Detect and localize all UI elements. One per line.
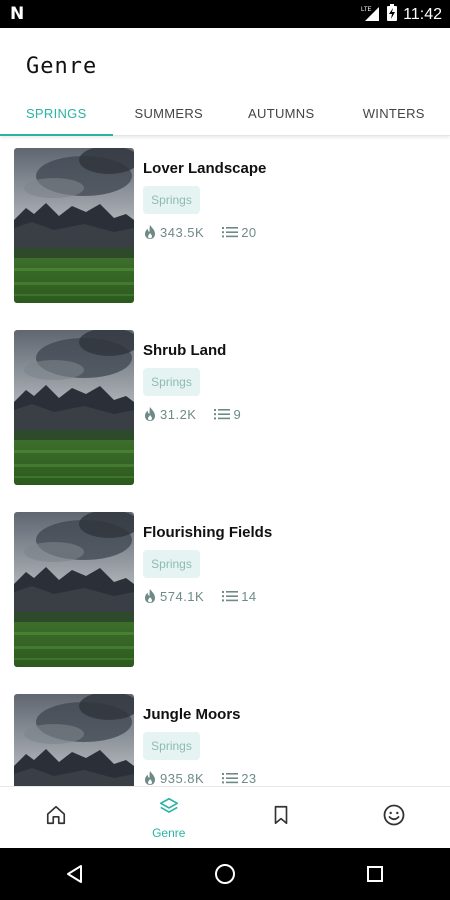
back-icon xyxy=(67,865,82,883)
home-circle-icon xyxy=(215,864,235,884)
nav-profile[interactable] xyxy=(338,787,450,848)
bookmark-icon xyxy=(270,804,292,831)
list-item[interactable]: Jungle Moors Springs 935.8K 23 xyxy=(0,682,450,786)
nav-home[interactable] xyxy=(0,787,113,848)
recents-button[interactable] xyxy=(355,854,395,894)
views-count: 574.1K xyxy=(160,588,205,604)
nav-genre[interactable]: Genre xyxy=(113,787,226,848)
item-stats: 31.2K 9 xyxy=(143,406,241,422)
tab-summers[interactable]: SUMMERS xyxy=(113,94,226,135)
tab-winters[interactable]: WINTERS xyxy=(338,94,450,135)
flame-icon xyxy=(143,406,157,422)
flame-icon xyxy=(143,224,157,240)
clock: 11:42 xyxy=(403,5,442,23)
chapters-stat: 20 xyxy=(222,225,256,240)
smiley-icon xyxy=(382,803,406,832)
tab-autumns[interactable]: AUTUMNS xyxy=(225,94,338,135)
recents-icon xyxy=(367,866,383,882)
list-icon xyxy=(214,407,231,421)
views-stat: 31.2K xyxy=(143,406,196,422)
views-count: 31.2K xyxy=(160,406,197,422)
svg-text:LTE: LTE xyxy=(361,7,372,13)
chapters-stat: 9 xyxy=(214,407,241,422)
item-stats: 343.5K 20 xyxy=(143,224,257,240)
home-system-button[interactable] xyxy=(205,854,245,894)
chapters-count: 9 xyxy=(233,406,242,422)
chapters-count: 20 xyxy=(241,224,257,240)
genre-tabs: SPRINGS SUMMERS AUTUMNS WINTERS xyxy=(0,94,450,136)
notification-icon: N xyxy=(10,4,25,24)
chapters-stat: 23 xyxy=(222,771,256,786)
page-title: Genre xyxy=(26,54,98,79)
cover-image[interactable] xyxy=(14,330,134,485)
item-title[interactable]: Lover Landscape xyxy=(143,160,266,177)
app-header: Genre xyxy=(0,28,450,94)
nav-genre-label: Genre xyxy=(152,825,186,840)
flame-icon xyxy=(143,770,157,786)
back-button[interactable] xyxy=(55,854,95,894)
list-item[interactable]: Shrub Land Springs 31.2K 9 xyxy=(0,318,450,488)
list-item[interactable]: Lover Landscape Springs 343.5K 20 xyxy=(0,136,450,306)
story-list: Lover Landscape Springs 343.5K 20 Shrub … xyxy=(0,136,450,786)
bottom-nav: Genre xyxy=(0,786,450,848)
item-title[interactable]: Flourishing Fields xyxy=(143,524,272,541)
cover-image[interactable] xyxy=(14,512,134,667)
list-item[interactable]: Flourishing Fields Springs 574.1K 14 xyxy=(0,500,450,670)
views-stat: 935.8K xyxy=(143,770,204,786)
layers-icon xyxy=(158,796,180,823)
cover-image[interactable] xyxy=(14,148,134,303)
status-icons: LTE 11:42 xyxy=(361,4,442,25)
genre-tag[interactable]: Springs xyxy=(143,732,200,760)
battery-icon xyxy=(387,4,398,25)
views-stat: 574.1K xyxy=(143,588,204,604)
chapters-count: 23 xyxy=(241,770,257,786)
item-stats: 574.1K 14 xyxy=(143,588,257,604)
flame-icon xyxy=(143,588,157,604)
genre-tag[interactable]: Springs xyxy=(143,368,200,396)
nav-bookmarks[interactable] xyxy=(225,787,338,848)
status-bar: N LTE 11:42 xyxy=(0,0,450,28)
system-nav-bar xyxy=(0,848,450,900)
signal-icon: LTE xyxy=(361,5,381,25)
views-stat: 343.5K xyxy=(143,224,204,240)
chapters-count: 14 xyxy=(241,588,257,604)
item-title[interactable]: Shrub Land xyxy=(143,342,226,359)
home-icon xyxy=(45,804,67,831)
views-count: 343.5K xyxy=(160,224,205,240)
item-stats: 935.8K 23 xyxy=(143,770,257,786)
genre-tag[interactable]: Springs xyxy=(143,186,200,214)
chapters-stat: 14 xyxy=(222,589,256,604)
list-icon xyxy=(222,225,239,239)
views-count: 935.8K xyxy=(160,770,205,786)
list-icon xyxy=(222,589,239,603)
item-title[interactable]: Jungle Moors xyxy=(143,706,241,723)
genre-tag[interactable]: Springs xyxy=(143,550,200,578)
cover-image[interactable] xyxy=(14,694,134,786)
tab-springs[interactable]: SPRINGS xyxy=(0,94,113,136)
list-icon xyxy=(222,771,239,785)
